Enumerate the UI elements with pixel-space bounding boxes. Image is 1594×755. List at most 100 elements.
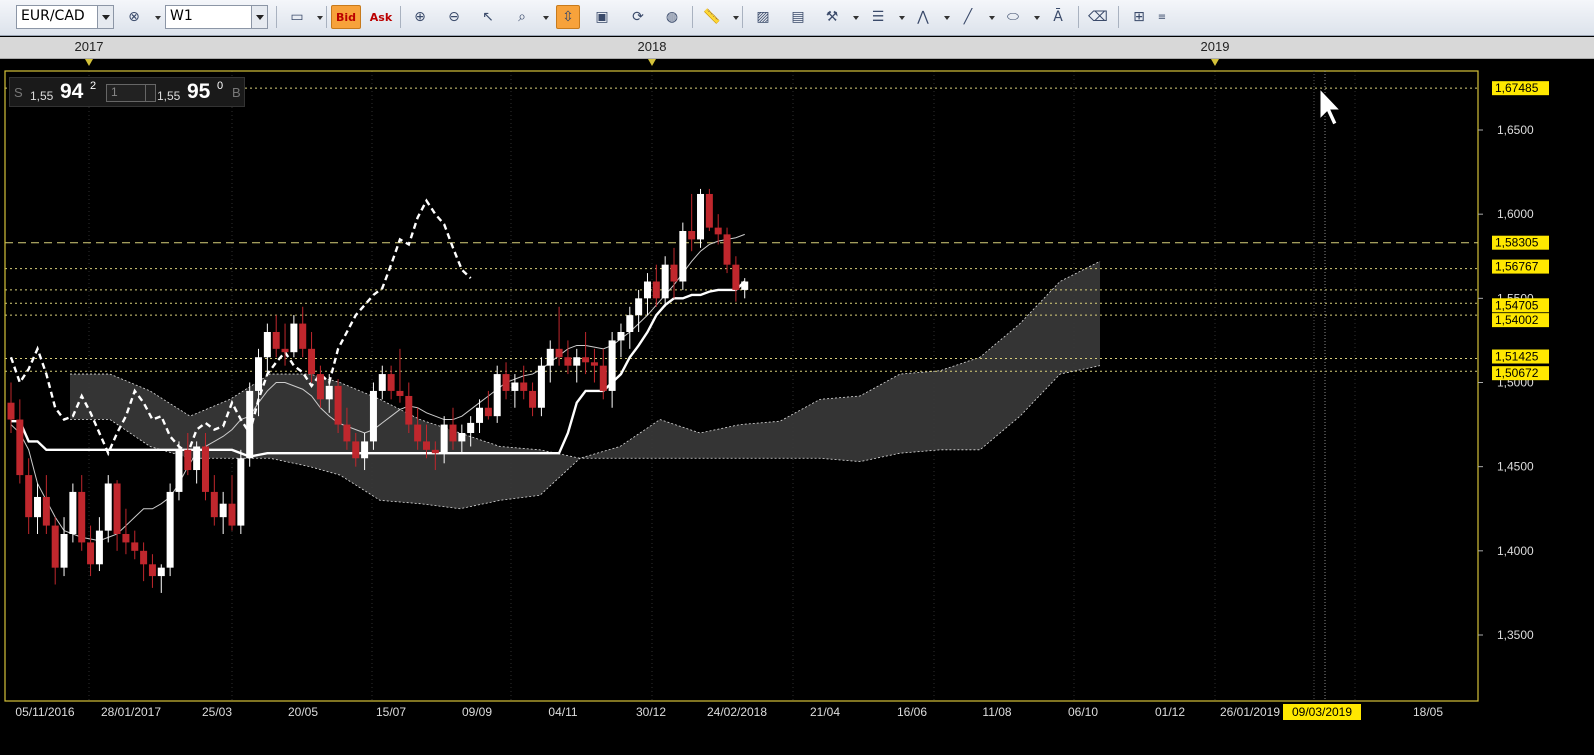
chevron-down-icon[interactable] xyxy=(733,16,739,20)
text-tool-icon[interactable]: Ā xyxy=(1046,5,1070,29)
candle-body xyxy=(617,332,625,341)
lot-value: 1 xyxy=(111,85,118,99)
buy-price-fraction: 0 xyxy=(217,80,224,92)
candle-body xyxy=(201,446,209,492)
candle-body xyxy=(387,374,395,391)
candle-body xyxy=(78,491,86,543)
candle-body xyxy=(228,503,236,526)
candlestick-chart[interactable]: 1,65001,60001,55001,50001,45001,40001,35… xyxy=(0,59,1594,755)
chevron-down-icon[interactable] xyxy=(97,6,113,28)
candle-body xyxy=(697,193,705,240)
x-tick-label: 05/11/2016 xyxy=(15,705,74,719)
candle-body xyxy=(113,483,121,534)
price-tag-label: 1,54705 xyxy=(1495,298,1539,312)
candle-body xyxy=(131,542,139,551)
refresh-icon[interactable]: ⟳ xyxy=(626,5,650,29)
candle-body xyxy=(679,231,687,282)
chevron-down-icon[interactable] xyxy=(317,16,323,20)
chart-type-icon[interactable]: ▭ xyxy=(285,5,309,29)
candle-body xyxy=(193,446,201,471)
candle-body xyxy=(281,348,289,353)
candle-body xyxy=(87,542,95,565)
candle-body xyxy=(440,424,448,454)
image-icon[interactable]: ▨ xyxy=(751,5,775,29)
x-tick-label: 09/03/2019 xyxy=(1292,705,1352,719)
chevron-down-icon[interactable] xyxy=(543,16,549,20)
candle-body xyxy=(467,422,475,433)
chevron-down-icon[interactable] xyxy=(989,16,995,20)
lines-icon[interactable]: ☰ xyxy=(866,5,890,29)
candle-body xyxy=(316,374,324,400)
candle-body xyxy=(732,264,740,290)
x-tick-label: 06/10 xyxy=(1068,705,1098,719)
candle-body xyxy=(590,362,598,366)
candle-body xyxy=(290,323,298,353)
ruler-icon[interactable]: 📏 xyxy=(700,5,724,29)
buy-button[interactable]: B xyxy=(232,85,241,100)
chevron-down-icon[interactable] xyxy=(944,16,950,20)
eraser-icon[interactable]: ⌫ xyxy=(1086,5,1110,29)
timeframe-value: W1 xyxy=(170,8,193,24)
y-tick-label: 1,6500 xyxy=(1497,123,1534,137)
ask-button[interactable]: Ask xyxy=(367,5,395,29)
candle-body xyxy=(599,365,607,391)
chevron-down-icon[interactable] xyxy=(155,16,161,20)
candle-body xyxy=(520,382,528,391)
y-tick-label: 1,6000 xyxy=(1497,207,1534,221)
chevron-down-icon[interactable] xyxy=(1034,16,1040,20)
buy-price-pips[interactable]: 95 xyxy=(187,80,210,104)
chevron-down-icon[interactable] xyxy=(251,6,267,28)
sell-button[interactable]: S xyxy=(14,85,23,100)
x-tick-label: 26/01/2019 xyxy=(1220,705,1280,719)
zoom-out-icon[interactable]: ⊖ xyxy=(442,5,466,29)
candle-body xyxy=(210,491,218,518)
zoom-in-icon[interactable]: ⊕ xyxy=(408,5,432,29)
ellipse-icon[interactable]: ⬭ xyxy=(1001,5,1025,29)
candle-body xyxy=(352,441,360,459)
chevron-down-icon[interactable] xyxy=(853,16,859,20)
globe-icon[interactable]: ◍ xyxy=(660,5,684,29)
spinner-icon[interactable] xyxy=(145,85,155,101)
candle-body xyxy=(334,385,342,425)
candle-body xyxy=(635,298,643,316)
symbol-value: EUR/CAD xyxy=(21,8,85,24)
candle-body xyxy=(661,264,669,299)
hierarchy-icon[interactable]: ⊞ xyxy=(1127,5,1151,29)
candle-body xyxy=(219,503,227,518)
chevron-down-icon[interactable] xyxy=(899,16,905,20)
cursor-icon[interactable]: ↖ xyxy=(476,5,500,29)
candle-body xyxy=(582,357,590,363)
zoom-area-icon[interactable]: ⌕ xyxy=(510,5,534,29)
candle-body xyxy=(564,357,572,366)
tools-icon[interactable]: ⚒ xyxy=(820,5,844,29)
price-tag-label: 1,50672 xyxy=(1495,366,1539,380)
candle-body xyxy=(573,357,581,366)
sell-price-pips[interactable]: 94 xyxy=(60,80,83,104)
overflow-icon[interactable]: ≡ xyxy=(1155,5,1169,29)
year-label: 2017 xyxy=(74,39,104,54)
candle-body xyxy=(643,281,651,299)
year-ruler: 2017 2018 2019 xyxy=(0,37,1594,59)
autoscroll-icon[interactable]: ⇳ xyxy=(556,5,580,29)
candle-body xyxy=(122,534,130,543)
symbol-select[interactable]: EUR/CAD xyxy=(16,5,114,29)
fan-icon[interactable]: ⋀ xyxy=(911,5,935,29)
lot-size-input[interactable]: 1 xyxy=(106,84,156,102)
mouse-cursor-icon xyxy=(1319,87,1342,126)
bid-button[interactable]: Bid xyxy=(331,5,361,29)
x-tick-label: 09/09 xyxy=(462,705,492,719)
candle-body xyxy=(741,281,749,290)
candle-body xyxy=(422,441,430,450)
window-icon[interactable]: ▣ xyxy=(590,5,614,29)
plot-frame xyxy=(4,70,1479,702)
candle-body xyxy=(529,390,537,408)
crosshair-remove-icon[interactable]: ⊗ xyxy=(122,5,146,29)
year-marker-icon xyxy=(85,59,93,66)
chart-area[interactable]: 1,65001,60001,55001,50001,45001,40001,35… xyxy=(0,59,1594,755)
timeframe-select[interactable]: W1 xyxy=(165,5,268,29)
template-icon[interactable]: ▤ xyxy=(786,5,810,29)
trendline-icon[interactable]: ╱ xyxy=(956,5,980,29)
candle-body xyxy=(104,483,112,531)
y-tick-label: 1,3500 xyxy=(1497,628,1534,642)
candle-body xyxy=(325,385,333,400)
